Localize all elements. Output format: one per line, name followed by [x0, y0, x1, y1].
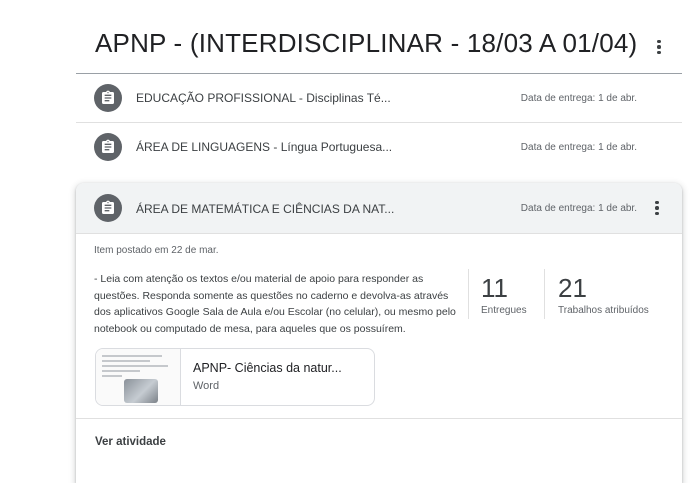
topic-more-button[interactable] [648, 36, 670, 58]
assignment-card-expanded: ÁREA DE MATEMÁTICA E CIÊNCIAS DA NAT... … [76, 183, 682, 483]
due-date: Data de entrega: 1 de abr. [520, 203, 637, 214]
assignment-icon [94, 84, 122, 112]
turned-in-label: Entregues [481, 305, 527, 316]
attachment-card[interactable]: APNP- Ciências da natur... Word [95, 348, 375, 406]
stats-divider [468, 269, 469, 319]
due-date: Data de entrega: 1 de abr. [520, 92, 637, 104]
more-vert-icon [657, 39, 661, 55]
card-divider [76, 233, 682, 234]
assignment-row-2[interactable]: ÁREA DE LINGUAGENS - Língua Portuguesa..… [76, 123, 682, 171]
more-vert-icon [655, 200, 659, 216]
assignment-icon [94, 133, 122, 161]
stats-divider [544, 269, 545, 319]
assignment-title: ÁREA DE MATEMÁTICA E CIÊNCIAS DA NAT... [136, 202, 395, 216]
assigned-count: 21 [558, 273, 587, 303]
attachment-title: APNP- Ciências da natur... [193, 361, 342, 375]
assignment-card-header[interactable]: ÁREA DE MATEMÁTICA E CIÊNCIAS DA NAT... … [76, 183, 682, 233]
assignment-title: ÁREA DE LINGUAGENS - Língua Portuguesa..… [136, 140, 393, 154]
assignment-instructions: - Leia com atenção os textos e/ou materi… [94, 273, 456, 335]
card-footer-divider [76, 418, 682, 419]
assigned-label: Trabalhos atribuídos [558, 305, 649, 316]
assignment-row-1[interactable]: EDUCAÇÃO PROFISSIONAL - Disciplinas Té..… [76, 74, 682, 122]
assignment-icon [94, 194, 122, 222]
assignment-title: EDUCAÇÃO PROFISSIONAL - Disciplinas Té..… [136, 91, 391, 105]
attachment-thumbnail [96, 349, 181, 405]
topic-title: APNP - (INTERDISCIPLINAR - 18/03 A 01/04… [95, 28, 638, 58]
due-date: Data de entrega: 1 de abr. [520, 141, 637, 153]
attachment-type: Word [193, 380, 220, 392]
posted-date: Item postado em 22 de mar. [94, 245, 219, 256]
view-assignment-link[interactable]: Ver atividade [95, 436, 166, 448]
turned-in-count: 11 [481, 273, 508, 303]
assignment-more-button[interactable] [646, 197, 668, 219]
